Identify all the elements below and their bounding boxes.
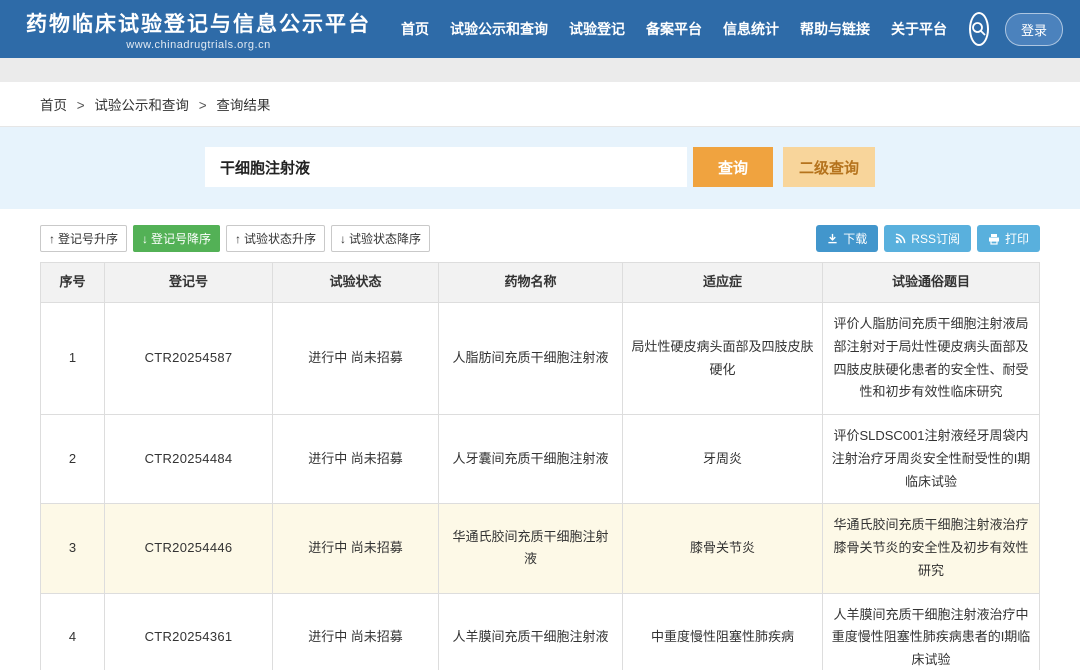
- query-button[interactable]: 查询: [693, 147, 773, 187]
- search-input[interactable]: [205, 147, 687, 187]
- nav-trial-register[interactable]: 试验登记: [569, 19, 625, 39]
- col-header-title: 试验通俗题目: [823, 263, 1040, 303]
- main-nav: 首页 试验公示和查询 试验登记 备案平台 信息统计 帮助与链接 关于平台: [401, 19, 947, 39]
- nav-home[interactable]: 首页: [401, 19, 429, 39]
- sort-buttons: ↑ 登记号升序 ↓ 登记号降序 ↑ 试验状态升序 ↓ 试验状态降序: [40, 225, 430, 252]
- breadcrumb-separator: >: [77, 98, 85, 113]
- cell-title: 华通氏胶间充质干细胞注射液治疗膝骨关节炎的安全性及初步有效性研究: [823, 504, 1040, 593]
- table-row[interactable]: 2 CTR20254484 进行中 尚未招募 人牙囊间充质干细胞注射液 牙周炎 …: [41, 415, 1040, 504]
- top-header: 药物临床试验登记与信息公示平台 www.chinadrugtrials.org.…: [0, 0, 1080, 58]
- cell-drug: 人牙囊间充质干细胞注射液: [439, 415, 623, 504]
- site-url: www.chinadrugtrials.org.cn: [126, 39, 270, 51]
- header-search-button[interactable]: [969, 12, 989, 46]
- col-header-serial: 序号: [41, 263, 105, 303]
- results-toolbar: ↑ 登记号升序 ↓ 登记号降序 ↑ 试验状态升序 ↓ 试验状态降序 下载: [40, 225, 1040, 252]
- cell-indication: 中重度慢性阻塞性肺疾病: [623, 593, 823, 670]
- download-button[interactable]: 下载: [816, 225, 878, 252]
- sort-regno-desc-button[interactable]: ↓ 登记号降序: [133, 225, 220, 252]
- cell-serial: 4: [41, 593, 105, 670]
- cell-drug: 华通氏胶间充质干细胞注射液: [439, 504, 623, 593]
- cell-title: 评价SLDSC001注射液经牙周袋内注射治疗牙周炎安全性耐受性的I期临床试验: [823, 415, 1040, 504]
- cell-regno[interactable]: CTR20254587: [105, 303, 273, 415]
- cell-status: 进行中 尚未招募: [273, 504, 439, 593]
- results-table: 序号 登记号 试验状态 药物名称 适应症 试验通俗题目 1 CTR2025458…: [40, 262, 1040, 670]
- cell-drug: 人脂肪间充质干细胞注射液: [439, 303, 623, 415]
- cell-title: 人羊膜间充质干细胞注射液治疗中重度慢性阻塞性肺疾病患者的I期临床试验: [823, 593, 1040, 670]
- cell-indication: 膝骨关节炎: [623, 504, 823, 593]
- site-title: 药物临床试验登记与信息公示平台: [26, 8, 371, 38]
- cell-serial: 3: [41, 504, 105, 593]
- nav-statistics[interactable]: 信息统计: [723, 19, 779, 39]
- breadcrumb-current: 查询结果: [216, 98, 270, 113]
- header-divider-strip: [0, 58, 1080, 82]
- breadcrumb-home[interactable]: 首页: [40, 98, 67, 113]
- arrow-up-icon: ↑: [49, 232, 55, 246]
- sort-regno-asc-button[interactable]: ↑ 登记号升序: [40, 225, 127, 252]
- cell-regno[interactable]: CTR20254446: [105, 504, 273, 593]
- rss-icon: [895, 233, 906, 244]
- arrow-down-icon: ↓: [142, 232, 148, 246]
- col-header-indication: 适应症: [623, 263, 823, 303]
- sort-status-desc-button[interactable]: ↓ 试验状态降序: [331, 225, 430, 252]
- breadcrumb-trial-search[interactable]: 试验公示和查询: [94, 98, 189, 113]
- download-icon: [827, 233, 838, 244]
- cell-status: 进行中 尚未招募: [273, 303, 439, 415]
- nav-trial-search[interactable]: 试验公示和查询: [450, 19, 548, 39]
- nav-filing-platform[interactable]: 备案平台: [646, 19, 702, 39]
- search-section: 查询 二级查询: [0, 127, 1080, 209]
- nav-help-links[interactable]: 帮助与链接: [800, 19, 870, 39]
- cell-status: 进行中 尚未招募: [273, 415, 439, 504]
- table-row[interactable]: 1 CTR20254587 进行中 尚未招募 人脂肪间充质干细胞注射液 局灶性硬…: [41, 303, 1040, 415]
- cell-regno[interactable]: CTR20254484: [105, 415, 273, 504]
- arrow-up-icon: ↑: [235, 232, 241, 246]
- nav-about[interactable]: 关于平台: [891, 19, 947, 39]
- col-header-status: 试验状态: [273, 263, 439, 303]
- action-buttons: 下载 RSS订阅 打印: [816, 225, 1040, 252]
- cell-title: 评价人脂肪间充质干细胞注射液局部注射对于局灶性硬皮病头面部及四肢皮肤硬化患者的安…: [823, 303, 1040, 415]
- breadcrumb-separator: >: [199, 98, 207, 113]
- cell-status: 进行中 尚未招募: [273, 593, 439, 670]
- print-icon: [988, 233, 1000, 245]
- table-row[interactable]: 4 CTR20254361 进行中 尚未招募 人羊膜间充质干细胞注射液 中重度慢…: [41, 593, 1040, 670]
- secondary-query-button[interactable]: 二级查询: [783, 147, 875, 187]
- site-brand: 药物临床试验登记与信息公示平台 www.chinadrugtrials.org.…: [26, 8, 371, 51]
- col-header-regno: 登记号: [105, 263, 273, 303]
- col-header-drug: 药物名称: [439, 263, 623, 303]
- search-icon: [971, 21, 987, 37]
- breadcrumb: 首页 > 试验公示和查询 > 查询结果: [0, 82, 1080, 127]
- arrow-down-icon: ↓: [340, 232, 346, 246]
- table-row[interactable]: 3 CTR20254446 进行中 尚未招募 华通氏胶间充质干细胞注射液 膝骨关…: [41, 504, 1040, 593]
- cell-regno[interactable]: CTR20254361: [105, 593, 273, 670]
- cell-serial: 2: [41, 415, 105, 504]
- cell-serial: 1: [41, 303, 105, 415]
- print-button[interactable]: 打印: [977, 225, 1040, 252]
- sort-status-asc-button[interactable]: ↑ 试验状态升序: [226, 225, 325, 252]
- cell-drug: 人羊膜间充质干细胞注射液: [439, 593, 623, 670]
- cell-indication: 牙周炎: [623, 415, 823, 504]
- rss-subscribe-button[interactable]: RSS订阅: [884, 225, 971, 252]
- cell-indication: 局灶性硬皮病头面部及四肢皮肤硬化: [623, 303, 823, 415]
- login-button[interactable]: 登录: [1005, 13, 1063, 46]
- table-header-row: 序号 登记号 试验状态 药物名称 适应症 试验通俗题目: [41, 263, 1040, 303]
